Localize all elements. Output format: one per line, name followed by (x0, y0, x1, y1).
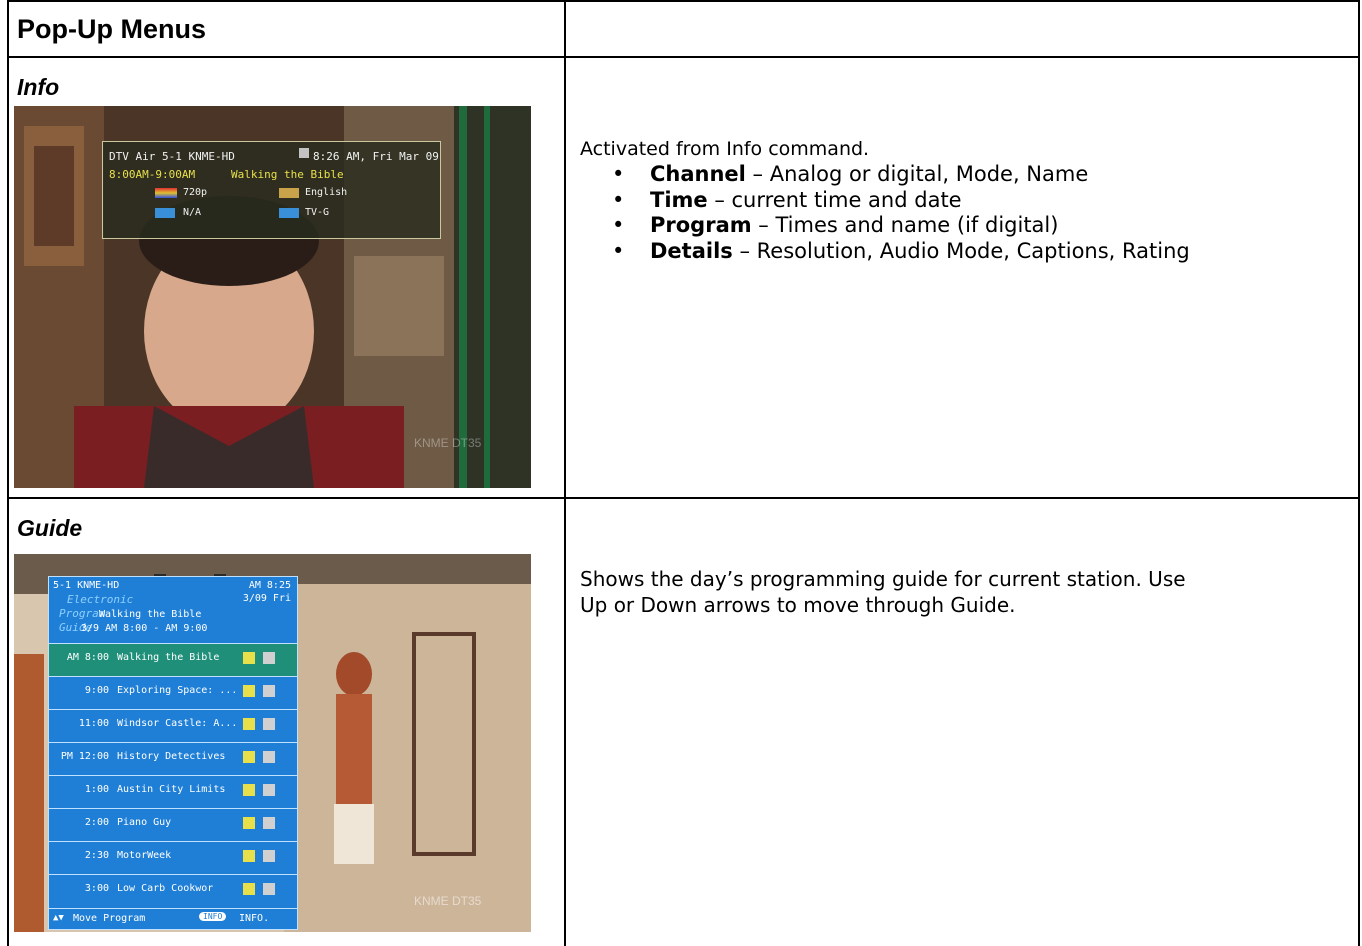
guide-row-title: History Detectives (117, 751, 226, 762)
guide-current-time: 3/9 AM 8:00 - AM 9:00 (81, 623, 208, 634)
captions-icon (155, 208, 175, 218)
guide-footer-move: Move Program (73, 913, 146, 924)
info-button-icon: INFO (199, 912, 227, 921)
guide-row-title: Windsor Castle: A... (117, 718, 238, 729)
rating-icon (279, 208, 299, 218)
guide-row-title: Low Carb Cookwor (117, 883, 214, 894)
guide-intro-line2: Up or Down arrows to move through Guide. (580, 593, 1016, 617)
updown-arrow-icon: ▲▼ (53, 913, 64, 923)
info-section-title: Info (17, 74, 60, 100)
clock-icon (299, 148, 309, 158)
info-screenshot: DTV Air 5-1 KNME-HD 8:26 AM, Fri Mar 09 … (14, 106, 531, 488)
guide-label-electronic: Electronic (67, 593, 134, 606)
rating-icon (243, 652, 255, 664)
guide-station: 5-1 KNME-HD (53, 580, 120, 591)
guide-row-title: Austin City Limits (117, 784, 226, 795)
guide-row[interactable]: 1:00 Austin City Limits (49, 775, 297, 808)
rating-icon (243, 685, 255, 697)
captions-icon (263, 751, 275, 763)
guide-row-time: 9:00 (84, 685, 109, 696)
guide-row-time: AM 8:00 (66, 652, 109, 663)
rating-icon (243, 883, 255, 895)
osd-program-time: 8:00AM-9:00AM (109, 168, 196, 181)
table-divider-rows (7, 497, 1360, 499)
guide-row[interactable]: AM 8:00 Walking the Bible (49, 643, 297, 676)
guide-row-title: Exploring Space: ... (117, 685, 238, 696)
bullet-item: • Time – current time and date (612, 187, 962, 212)
guide-date: 3/09 Fri (242, 593, 291, 604)
guide-row[interactable]: 2:00 Piano Guy (49, 808, 297, 841)
guide-row-time: 2:30 (84, 850, 109, 861)
captions-icon (263, 883, 275, 895)
rating-icon (243, 784, 255, 796)
osd-audio: English (305, 187, 348, 198)
rating-icon (243, 817, 255, 829)
table-column-divider (564, 0, 566, 946)
osd-channel: DTV Air 5-1 KNME-HD (109, 150, 235, 163)
captions-icon (263, 817, 275, 829)
rating-icon (243, 850, 255, 862)
guide-row[interactable]: PM 12:00 History Detectives (49, 742, 297, 775)
rating-icon (243, 751, 255, 763)
guide-footer: ▲▼ Move Program INFO INFO. (49, 908, 297, 929)
osd-program-name: Walking the Bible (231, 168, 344, 181)
bullet-item: • Channel – Analog or digital, Mode, Name (612, 162, 1089, 186)
bullet-item: • Program – Times and name (if digital) (612, 213, 1059, 237)
captions-icon (263, 652, 275, 664)
osd-captions: N/A (183, 207, 202, 218)
table-divider-header (7, 56, 1360, 58)
captions-icon (263, 850, 275, 862)
guide-row-title: MotorWeek (117, 850, 172, 861)
guide-row[interactable]: 9:00 Exploring Space: ... (49, 676, 297, 709)
osd-resolution: 720p (183, 187, 208, 198)
guide-row-time: 11:00 (78, 718, 109, 729)
guide-watermark: KNME DT35 (414, 894, 482, 908)
guide-row[interactable]: 11:00 Windsor Castle: A... (49, 709, 297, 742)
captions-icon (263, 784, 275, 796)
info-intro: Activated from Info command. (580, 138, 870, 160)
bullet-item: • Details – Resolution, Audio Mode, Capti… (612, 238, 1190, 263)
osd-time: 8:26 AM, Fri Mar 09 (313, 150, 439, 163)
guide-panel: 5-1 KNME-HD AM 8:25 3/09 Fri Electronic … (48, 576, 298, 930)
info-bullet-list: • Channel – Analog or digital, Mode, Name… (612, 162, 1190, 264)
audio-icon (279, 188, 299, 198)
guide-current-title: Walking the Bible (99, 609, 202, 620)
guide-screenshot: 5-1 KNME-HD AM 8:25 3/09 Fri Electronic … (14, 554, 531, 932)
guide-intro-line1: Shows the day’s programming guide for cu… (580, 567, 1186, 591)
captions-icon (263, 685, 275, 697)
guide-footer-info: INFO. (239, 913, 270, 924)
guide-section-title: Guide (17, 515, 83, 541)
guide-row-time: 3:00 (84, 883, 109, 894)
guide-row-time: 1:00 (84, 784, 109, 795)
resolution-icon (155, 188, 177, 198)
guide-clock: AM 8:25 (248, 580, 291, 591)
page-title: Pop-Up Menus (17, 14, 206, 44)
info-watermark: KNME DT35 (414, 436, 482, 450)
table-border-top (7, 0, 1360, 2)
guide-row[interactable]: 3:00 Low Carb Cookwor (49, 874, 297, 907)
guide-row-time: PM 12:00 (60, 751, 109, 762)
guide-row-title: Walking the Bible (117, 652, 220, 663)
guide-row-title: Piano Guy (117, 817, 172, 828)
guide-list: AM 8:00 Walking the Bible 9:00 Exploring… (49, 643, 297, 907)
guide-row[interactable]: 2:30 MotorWeek (49, 841, 297, 874)
info-osd-panel: DTV Air 5-1 KNME-HD 8:26 AM, Fri Mar 09 … (102, 141, 441, 239)
guide-row-time: 2:00 (84, 817, 109, 828)
rating-icon (243, 718, 255, 730)
osd-rating: TV-G (305, 207, 330, 218)
captions-icon (263, 718, 275, 730)
